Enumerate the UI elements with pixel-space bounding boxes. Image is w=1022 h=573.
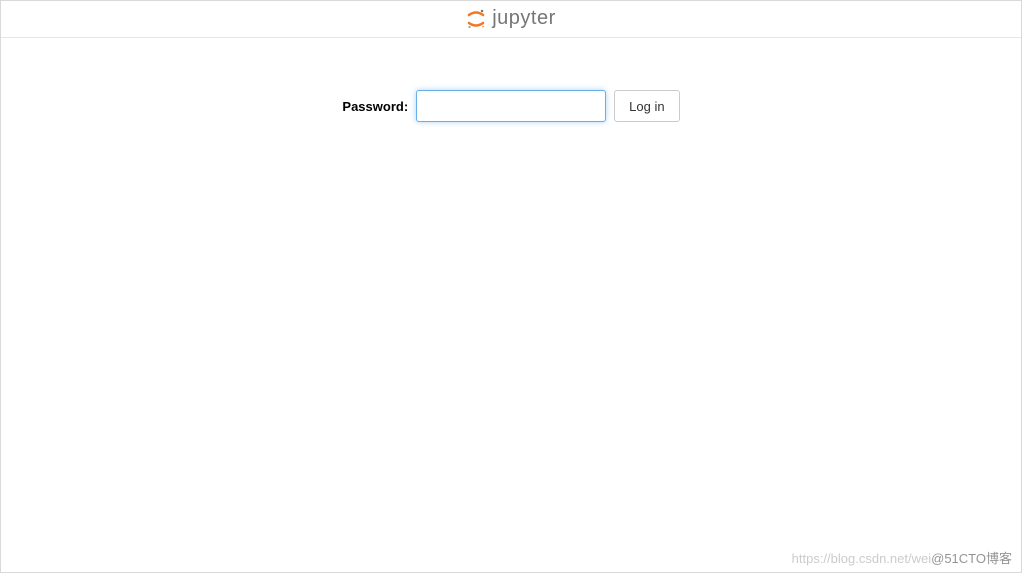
password-input[interactable] <box>416 90 606 122</box>
watermark-brand: @51CTO博客 <box>931 551 1012 566</box>
brand-text: jupyter <box>492 7 556 30</box>
logo: jupyter <box>466 7 556 30</box>
header: jupyter <box>0 0 1022 38</box>
password-label: Password: <box>342 99 408 114</box>
login-area: Password: Log in <box>0 38 1022 122</box>
watermark: https://blog.csdn.net/wei@51CTO博客 <box>792 548 1012 567</box>
jupyter-logo-icon <box>466 9 486 29</box>
login-form: Password: Log in <box>342 90 679 122</box>
login-button[interactable]: Log in <box>614 90 679 122</box>
watermark-url: https://blog.csdn.net/wei <box>792 551 931 566</box>
